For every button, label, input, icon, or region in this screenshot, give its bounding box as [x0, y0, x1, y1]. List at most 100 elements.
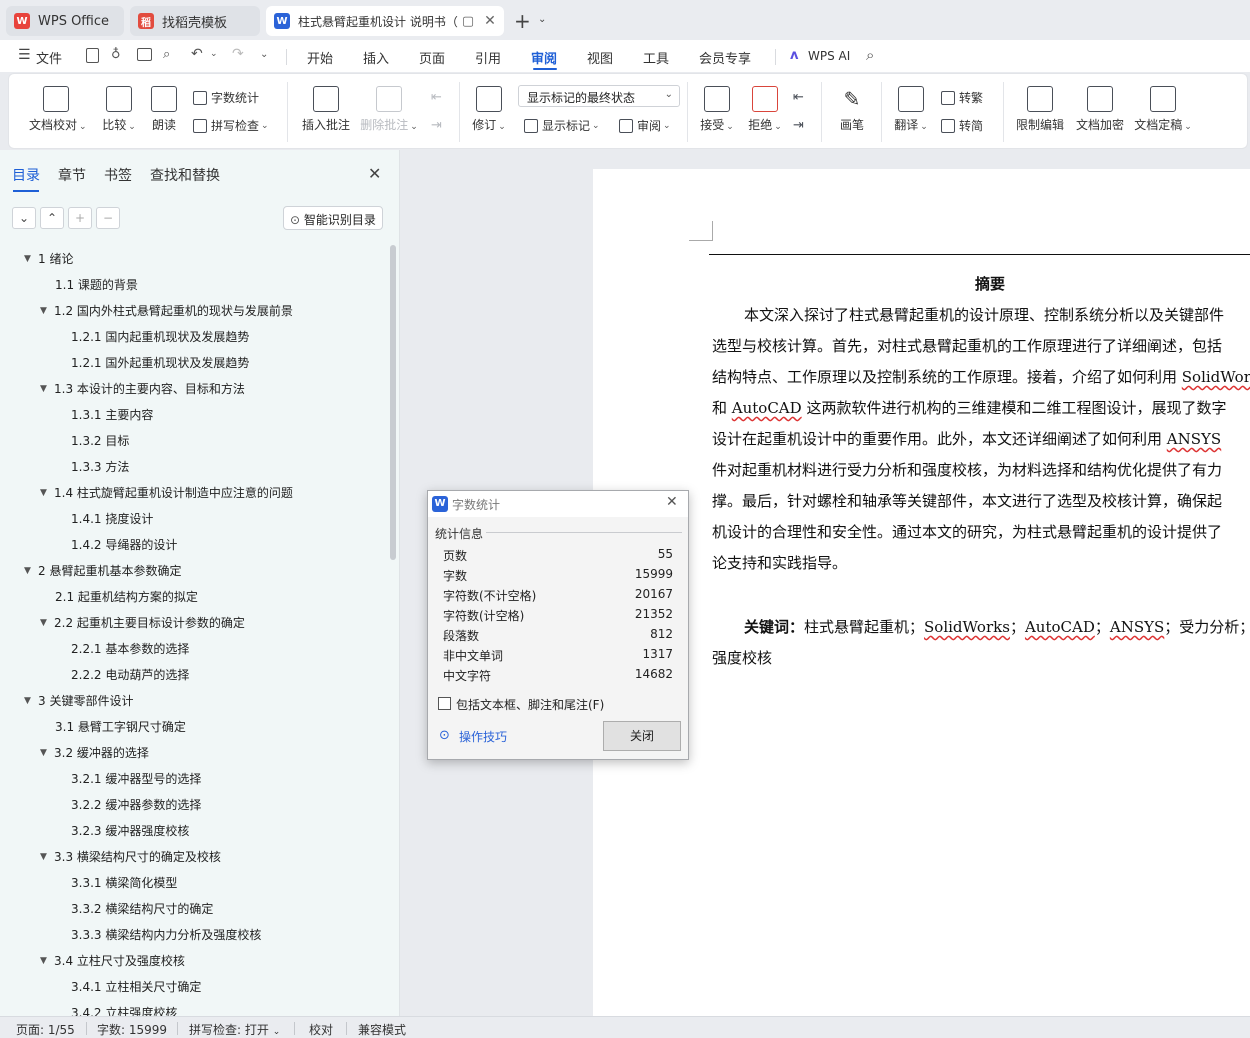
tab-document[interactable]: W 柱式悬臂起重机设计 说明书（ ▢ ✕: [266, 6, 504, 36]
page-indicator[interactable]: 页面: 1/55: [16, 1021, 75, 1038]
toc-item[interactable]: 3.1 悬臂工字钢尺寸确定: [55, 718, 186, 735]
print-icon[interactable]: [137, 48, 152, 61]
toc-item[interactable]: 3.4.1 立柱相关尺寸确定: [71, 978, 201, 995]
tips-link[interactable]: 操作技巧: [459, 728, 507, 745]
next-comment-icon[interactable]: ⇥: [431, 118, 442, 133]
accept-button[interactable]: 接受 ⌄: [697, 86, 737, 133]
word-count-button[interactable]: 字数统计: [193, 89, 259, 106]
toc-item[interactable]: ▼ 3 关键零部件设计: [24, 692, 133, 709]
toc-item[interactable]: 1.1 课题的背景: [55, 276, 138, 293]
menu-file[interactable]: 文件: [36, 48, 62, 67]
finalize-button[interactable]: 文档定稿 ⌄: [1133, 86, 1193, 133]
toc-item[interactable]: ▼ 2 悬臂起重机基本参数确定: [24, 562, 181, 579]
prev-comment-icon[interactable]: ⇤: [431, 90, 442, 105]
compare-button[interactable]: 比较 ⌄: [97, 86, 141, 133]
tab-docer[interactable]: 稻 找稻壳模板: [130, 6, 260, 36]
toc-item[interactable]: 3.3.3 横梁结构内力分析及强度校核: [71, 926, 261, 943]
toc-item[interactable]: 1.3.3 方法: [71, 458, 129, 475]
close-icon[interactable]: ✕: [368, 164, 381, 183]
toc-item[interactable]: ▼ 3.2 缓冲器的选择: [40, 744, 149, 761]
close-button[interactable]: 关闭: [603, 721, 681, 751]
toc-item[interactable]: 3.2.1 缓冲器型号的选择: [71, 770, 201, 787]
menu-review[interactable]: 审阅: [531, 48, 557, 67]
restrict-edit-button[interactable]: 限制编辑: [1013, 86, 1067, 133]
search-icon[interactable]: ⌕: [866, 46, 874, 64]
toc-item[interactable]: 2.2.1 基本参数的选择: [71, 640, 189, 657]
word-count-status[interactable]: 字数: 15999: [97, 1021, 167, 1038]
next-change-icon[interactable]: ⇥: [793, 118, 804, 133]
doc-check-button[interactable]: 文档校对 ⌄: [29, 86, 87, 133]
scrollbar[interactable]: [390, 245, 396, 560]
expand-arrow-icon[interactable]: ▼: [40, 956, 54, 966]
toc-item[interactable]: ▼ 1 绪论: [24, 250, 73, 267]
toc-item[interactable]: ▼ 1.3 本设计的主要内容、目标和方法: [40, 380, 245, 397]
collapse-button[interactable]: ⌄: [12, 207, 36, 229]
toc-item[interactable]: 3.2.2 缓冲器参数的选择: [71, 796, 201, 813]
expand-button[interactable]: ⌃: [40, 207, 64, 229]
spell-check-button[interactable]: 拼写检查 ⌄: [193, 117, 269, 134]
toc-item[interactable]: ▼ 2.2 起重机主要目标设计参数的确定: [40, 614, 245, 631]
toc-item[interactable]: 1.2.1 国内起重机现状及发展趋势: [71, 328, 249, 345]
close-icon[interactable]: ✕: [666, 494, 678, 510]
undo-icon[interactable]: ↶: [191, 46, 203, 62]
toc-item[interactable]: 1.4.1 挠度设计: [71, 510, 153, 527]
reject-button[interactable]: 拒绝 ⌄: [745, 86, 785, 133]
toc-item[interactable]: 1.3.2 目标: [71, 432, 129, 449]
undo-dropdown-icon[interactable]: ⌄: [210, 49, 218, 59]
markup-mode-select[interactable]: 显示标记的最终状态 ⌄: [518, 85, 680, 107]
prev-change-icon[interactable]: ⇤: [793, 90, 804, 105]
toc-item[interactable]: 2.2.2 电动葫芦的选择: [71, 666, 189, 683]
expand-arrow-icon[interactable]: ▼: [24, 566, 38, 576]
redo-icon[interactable]: ↷: [232, 46, 244, 62]
expand-arrow-icon[interactable]: ▼: [24, 254, 38, 264]
pen-button[interactable]: ✎ 画笔: [835, 86, 869, 133]
delete-comment-button[interactable]: 删除批注 ⌄: [359, 86, 419, 133]
menu-view[interactable]: 视图: [587, 48, 613, 67]
expand-arrow-icon[interactable]: ▼: [40, 618, 54, 628]
toc-item[interactable]: 3.3.1 横梁简化模型: [71, 874, 177, 891]
share-icon[interactable]: ♁: [111, 47, 121, 62]
expand-arrow-icon[interactable]: ▼: [40, 852, 54, 862]
encrypt-button[interactable]: 文档加密: [1073, 86, 1127, 133]
hamburger-icon[interactable]: ☰: [18, 47, 31, 63]
insert-comment-button[interactable]: 插入批注: [299, 86, 353, 133]
toc-item[interactable]: ▼ 1.2 国内外柱式悬臂起重机的现状与发展前景: [40, 302, 293, 319]
expand-arrow-icon[interactable]: ▼: [40, 488, 54, 498]
toc-item[interactable]: 1.3.1 主要内容: [71, 406, 153, 423]
tab-bookmarks[interactable]: 书签: [104, 165, 132, 185]
menu-page[interactable]: 页面: [419, 48, 445, 67]
toc-item[interactable]: 3.3.2 横梁结构尺寸的确定: [71, 900, 213, 917]
tab-wps-office[interactable]: W WPS Office: [6, 6, 124, 36]
close-tab-icon[interactable]: ✕: [484, 13, 496, 29]
add-level-button[interactable]: +: [68, 207, 92, 229]
toc-item[interactable]: ▼ 3.3 横梁结构尺寸的确定及校核: [40, 848, 221, 865]
document-page[interactable]: 摘要 本文深入探讨了柱式悬臂起重机的设计原理、控制系统分析以及关键部件 选型与校核…: [593, 169, 1250, 1016]
spell-check-status[interactable]: 拼写检查: 打开 ⌄: [189, 1021, 280, 1038]
toc-item[interactable]: 1.4.2 导绳器的设计: [71, 536, 177, 553]
review-pane-button[interactable]: 审阅 ⌄: [619, 117, 671, 134]
toc-item[interactable]: ▼ 1.4 柱式旋臂起重机设计制造中应注意的问题: [40, 484, 293, 501]
to-simplified-button[interactable]: 转简: [941, 117, 983, 134]
expand-arrow-icon[interactable]: ▼: [24, 696, 38, 706]
window-mode-icon[interactable]: ▢: [462, 14, 474, 29]
toc-item[interactable]: 2.1 起重机结构方案的拟定: [55, 588, 198, 605]
toc-item[interactable]: ▼ 3.4 立柱尺寸及强度校核: [40, 952, 185, 969]
print-preview-icon[interactable]: ⌕: [163, 47, 170, 62]
read-aloud-button[interactable]: 朗读: [149, 86, 179, 133]
menu-member[interactable]: 会员专享: [699, 48, 751, 67]
tab-toc[interactable]: 目录: [12, 165, 40, 185]
remove-level-button[interactable]: −: [96, 207, 120, 229]
menu-wps-ai[interactable]: WPS AI: [808, 49, 850, 63]
menu-reference[interactable]: 引用: [475, 48, 501, 67]
proofread-status[interactable]: 校对: [309, 1021, 333, 1038]
smart-toc-button[interactable]: ⊙ 智能识别目录: [283, 206, 383, 230]
track-changes-button[interactable]: 修订 ⌄: [469, 86, 509, 133]
toc-item[interactable]: 1.2.1 国外起重机现状及发展趋势: [71, 354, 249, 371]
to-traditional-button[interactable]: 转繁: [941, 89, 983, 106]
show-markup-button[interactable]: 显示标记 ⌄: [524, 117, 600, 134]
expand-arrow-icon[interactable]: ▼: [40, 748, 54, 758]
menu-insert[interactable]: 插入: [363, 48, 389, 67]
include-footnotes-checkbox[interactable]: [438, 697, 451, 710]
translate-button[interactable]: 翻译 ⌄: [891, 86, 931, 133]
menu-home[interactable]: 开始: [307, 48, 333, 67]
